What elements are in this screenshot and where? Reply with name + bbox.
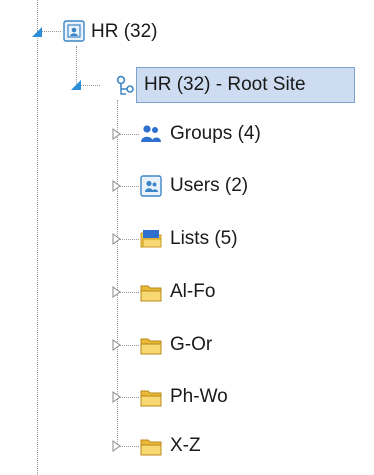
collapsed-arrow-icon[interactable]: [110, 127, 124, 141]
lists-icon: [140, 230, 162, 248]
users-icon: [140, 175, 162, 197]
expanded-arrow-icon[interactable]: [69, 78, 83, 92]
tree-node-lists[interactable]: Lists (5): [110, 221, 310, 257]
collapsed-arrow-icon[interactable]: [110, 232, 124, 246]
folder-label: Ph-Wo: [170, 386, 228, 407]
folder-icon: [140, 285, 162, 302]
tree-node-folder-ph-wo[interactable]: Ph-Wo: [110, 379, 310, 415]
site-collection-icon: [63, 20, 85, 42]
folder-label: Al-Fo: [170, 281, 216, 302]
lists-label: Lists (5): [170, 228, 238, 249]
folder-label: X-Z: [170, 435, 201, 456]
folder-icon: [140, 338, 162, 355]
site-label: HR (32): [91, 21, 158, 42]
tree-node-hr-site[interactable]: HR (32): [30, 14, 190, 50]
tree-node-folder-g-or[interactable]: G-Or: [110, 327, 310, 363]
site-icon: [116, 75, 134, 95]
collapsed-arrow-icon[interactable]: [110, 179, 124, 193]
collapsed-arrow-icon[interactable]: [110, 338, 124, 352]
tree-node-folder-al-fo[interactable]: Al-Fo: [110, 274, 310, 310]
users-label: Users (2): [170, 175, 249, 196]
collapsed-arrow-icon[interactable]: [110, 285, 124, 299]
tree-guide-line: [37, 0, 38, 475]
groups-icon: [141, 125, 161, 142]
tree-node-users[interactable]: Users (2): [110, 168, 310, 204]
tree-node-folder-x-z[interactable]: X-Z: [110, 428, 310, 464]
folder-icon: [140, 390, 162, 407]
folder-label: G-Or: [170, 334, 213, 355]
expanded-arrow-icon[interactable]: [30, 25, 44, 39]
groups-label: Groups (4): [170, 123, 261, 144]
tree-node-groups[interactable]: Groups (4): [110, 116, 310, 152]
tree-view: HR (32) HR (32) - Root Site Groups (4) U…: [0, 0, 374, 475]
collapsed-arrow-icon[interactable]: [110, 439, 124, 453]
collapsed-arrow-icon[interactable]: [110, 390, 124, 404]
tree-node-root-site[interactable]: HR (32) - Root Site: [68, 67, 358, 103]
root-site-label: HR (32) - Root Site: [144, 74, 306, 95]
folder-icon: [140, 439, 162, 456]
